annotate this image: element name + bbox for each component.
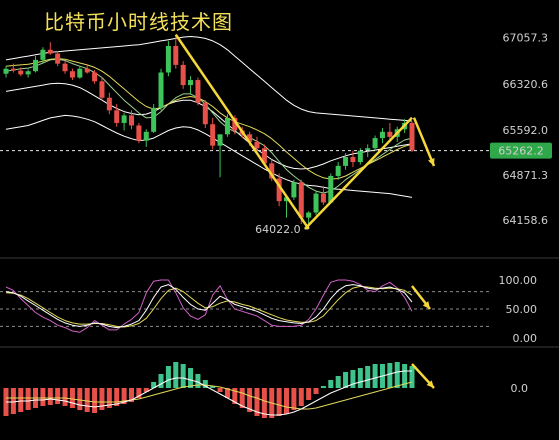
candle-body bbox=[92, 72, 98, 82]
macd-histogram-bar bbox=[298, 388, 304, 406]
macd-histogram-bar bbox=[180, 364, 186, 388]
candle-body bbox=[313, 193, 319, 213]
macd-histogram-bar bbox=[10, 388, 16, 414]
candle-body bbox=[165, 45, 171, 73]
macd-histogram-bar bbox=[343, 372, 349, 388]
current-price-label: 65262.2 bbox=[498, 145, 544, 158]
candle-body bbox=[195, 80, 201, 103]
macd-histogram-bar bbox=[313, 388, 319, 394]
uptrend-annotation-line bbox=[304, 116, 413, 230]
macd-histogram-bar bbox=[84, 388, 90, 412]
macd-histogram-bar bbox=[92, 388, 98, 413]
macd-histogram-bar bbox=[188, 368, 194, 388]
stoch-axis-tick: 0.00 bbox=[513, 332, 538, 345]
candle-body bbox=[25, 71, 31, 75]
macd-histogram-bar bbox=[217, 388, 223, 392]
macd-histogram-bar bbox=[394, 362, 400, 388]
macd-histogram-bar bbox=[328, 380, 334, 388]
candle-body bbox=[106, 97, 112, 111]
candle-body bbox=[33, 59, 39, 72]
candle-body bbox=[151, 107, 157, 132]
candle-body bbox=[409, 122, 415, 151]
candle-body bbox=[387, 131, 393, 137]
candle-body bbox=[350, 157, 356, 163]
candle-body bbox=[320, 193, 326, 203]
price-axis-tick: 64871.3 bbox=[503, 169, 549, 182]
macd-histogram-bar bbox=[47, 388, 53, 405]
stoch-axis-tick: 50.00 bbox=[506, 303, 538, 316]
downtrend-annotation-line bbox=[174, 33, 310, 230]
candle-body bbox=[217, 134, 223, 146]
macd-histogram-bar bbox=[409, 366, 415, 388]
candle-body bbox=[18, 70, 24, 75]
low-annotation-label: 64022.0 bbox=[255, 223, 301, 236]
candle-body bbox=[254, 141, 260, 149]
price-axis-tick: 65592.0 bbox=[503, 124, 549, 137]
candle-body bbox=[357, 150, 363, 163]
candle-body bbox=[224, 117, 230, 135]
macd-histogram-bar bbox=[62, 388, 68, 406]
macd-histogram-bar bbox=[291, 388, 297, 410]
macd-histogram-bar bbox=[69, 388, 75, 408]
macd-histogram-bar bbox=[357, 368, 363, 388]
candle-body bbox=[143, 131, 149, 141]
macd-histogram-bar bbox=[320, 386, 326, 388]
chart-canvas: 67057.3 66320.6 65592.0 64871.3 64158.6 65262… bbox=[0, 31, 559, 418]
candle-body bbox=[291, 182, 297, 198]
candle-body bbox=[10, 68, 16, 71]
candle-body bbox=[114, 110, 120, 123]
candle-body bbox=[188, 80, 194, 86]
macd-histogram-bar bbox=[365, 366, 371, 388]
candle-body bbox=[379, 131, 385, 139]
candle-body bbox=[121, 115, 127, 123]
macd-histogram-bar bbox=[165, 366, 171, 388]
candle-body bbox=[335, 165, 341, 176]
candle-body bbox=[62, 63, 68, 72]
macd-histogram-bar bbox=[306, 388, 312, 400]
candle-body bbox=[3, 68, 9, 74]
macd-histogram-bar bbox=[350, 370, 356, 388]
macd-histogram-bar bbox=[40, 388, 46, 406]
candle-body bbox=[69, 71, 75, 78]
candle-body bbox=[77, 68, 83, 78]
macd-histogram-bar bbox=[173, 362, 179, 388]
candle-body bbox=[128, 115, 135, 126]
candle-body bbox=[173, 45, 179, 65]
macd-histogram-bar bbox=[372, 364, 378, 388]
macd-histogram-bar bbox=[25, 388, 31, 410]
candle-body bbox=[84, 68, 90, 73]
candle-body bbox=[306, 212, 312, 218]
candle-body bbox=[136, 125, 142, 141]
candle-body bbox=[47, 49, 53, 54]
macd-histogram-bar bbox=[77, 388, 83, 410]
candle-body bbox=[40, 49, 46, 60]
candle-body bbox=[99, 81, 105, 98]
price-axis-tick: 66320.6 bbox=[503, 78, 549, 91]
macd-histogram-bar bbox=[55, 388, 61, 404]
macd-histogram-bar bbox=[158, 374, 164, 388]
macd-histogram-bar bbox=[276, 388, 282, 416]
candle-body bbox=[55, 53, 61, 64]
macd-histogram-bar bbox=[335, 376, 341, 388]
macd-histogram-bar bbox=[195, 374, 201, 388]
macd-histogram-bar bbox=[283, 388, 290, 414]
candle-body bbox=[202, 102, 208, 125]
candle-body bbox=[158, 72, 164, 108]
macd-axis-tick: 0.0 bbox=[511, 382, 529, 395]
moving-average-line bbox=[5, 82, 413, 170]
candle-body bbox=[210, 124, 216, 146]
candle-body bbox=[180, 64, 186, 86]
candle-body bbox=[372, 138, 378, 149]
moving-average-line bbox=[5, 114, 413, 198]
price-axis-tick: 64158.6 bbox=[503, 214, 549, 227]
macd-histogram-bar bbox=[387, 363, 393, 388]
candle-body bbox=[298, 182, 304, 218]
price-forecast-arrow bbox=[412, 117, 436, 167]
stoch-axis-tick: 100.00 bbox=[499, 274, 538, 287]
price-axis-tick: 67057.3 bbox=[503, 31, 549, 44]
macd-histogram-bar bbox=[18, 388, 24, 412]
candle-body bbox=[343, 157, 349, 166]
chart-stage: 比特币小时线技术图 67057.3 66320.6 65592.0 64871.3 64… bbox=[0, 0, 559, 440]
